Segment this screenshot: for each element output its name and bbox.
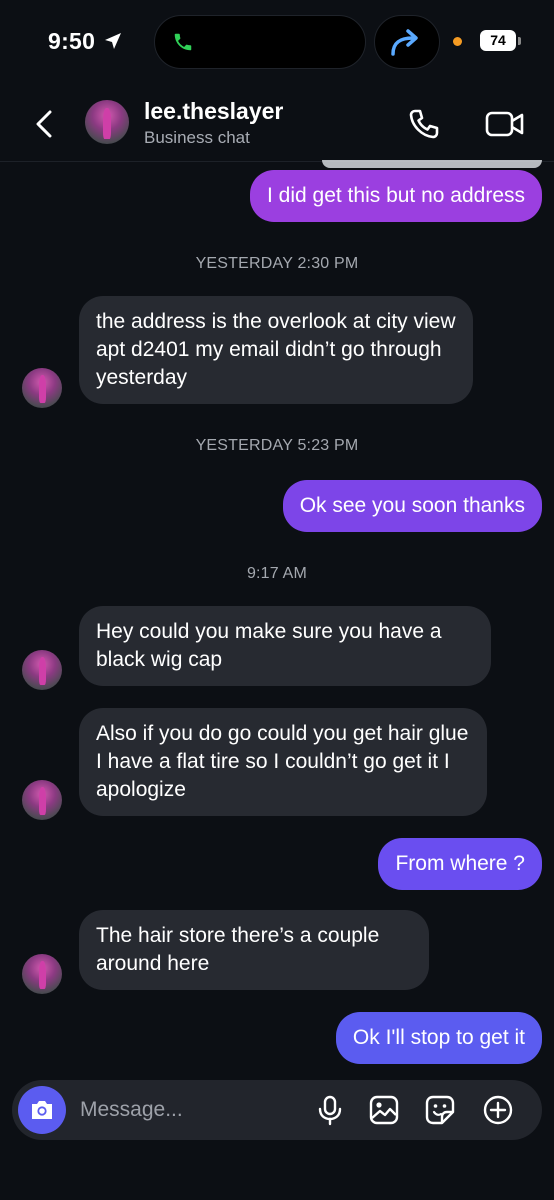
timestamp: 9:17 AM: [246, 565, 308, 582]
message-incoming[interactable]: Hey could you make sure you have a black…: [79, 606, 491, 686]
avatar: [22, 650, 62, 690]
timestamp: YESTERDAY 5:23 PM: [195, 437, 359, 454]
microphone-icon[interactable]: [314, 1094, 346, 1126]
contact-subtitle: Business chat: [144, 128, 250, 147]
message-text: The hair store there’s a couple around h…: [96, 924, 380, 975]
message-input[interactable]: [80, 1096, 300, 1124]
sticker-icon[interactable]: [424, 1094, 456, 1126]
timestamp: YESTERDAY 2:30 PM: [195, 255, 359, 272]
message-text: I did get this but no address: [267, 184, 525, 207]
video-icon[interactable]: [484, 104, 526, 144]
status-bar: 9:50 74: [0, 0, 554, 84]
avatar: [22, 368, 62, 408]
phone-icon: [174, 33, 192, 51]
plus-icon[interactable]: [482, 1094, 514, 1126]
battery-indicator: 74: [480, 30, 516, 51]
message-text: From where ?: [395, 852, 525, 875]
dynamic-island[interactable]: [154, 15, 366, 69]
message-text: the address is the overlook at city view…: [96, 310, 456, 389]
privacy-indicator: [453, 37, 462, 46]
phone-icon[interactable]: [404, 104, 444, 144]
share-island[interactable]: [374, 15, 440, 69]
location-arrow-icon: [105, 33, 121, 49]
message-incoming[interactable]: Also if you do go could you get hair glu…: [79, 708, 487, 816]
avatar: [22, 954, 62, 994]
contact-name[interactable]: lee.theslayer: [144, 98, 283, 125]
message-incoming[interactable]: The hair store there’s a couple around h…: [79, 910, 429, 990]
status-time: 9:50: [48, 28, 96, 54]
message-composer: [12, 1080, 542, 1140]
chat-header: lee.theslayer Business chat: [0, 84, 554, 162]
message-incoming[interactable]: the address is the overlook at city view…: [79, 296, 473, 404]
avatar: [22, 780, 62, 820]
message-outgoing[interactable]: From where ?: [378, 838, 542, 890]
message-text: Also if you do go could you get hair glu…: [96, 722, 469, 801]
message-text: Hey could you make sure you have a black…: [96, 620, 442, 671]
message-outgoing[interactable]: Ok I'll stop to get it: [335, 1012, 542, 1064]
message-text: Ok see you soon thanks: [299, 494, 525, 517]
gallery-icon[interactable]: [368, 1094, 400, 1126]
camera-icon: [32, 1101, 52, 1119]
message-outgoing[interactable]: I did get this but no address: [250, 170, 542, 222]
home-indicator-area: [0, 1150, 554, 1200]
message-outgoing[interactable]: Ok see you soon thanks: [282, 480, 542, 532]
chevron-left-icon[interactable]: [28, 104, 62, 144]
camera-button[interactable]: [18, 1086, 66, 1134]
battery-tip: [518, 37, 521, 45]
message-text: Ok I'll stop to get it: [352, 1026, 525, 1049]
share-icon: [391, 29, 418, 56]
message-preview-edge: [322, 160, 542, 168]
avatar[interactable]: [85, 100, 129, 144]
